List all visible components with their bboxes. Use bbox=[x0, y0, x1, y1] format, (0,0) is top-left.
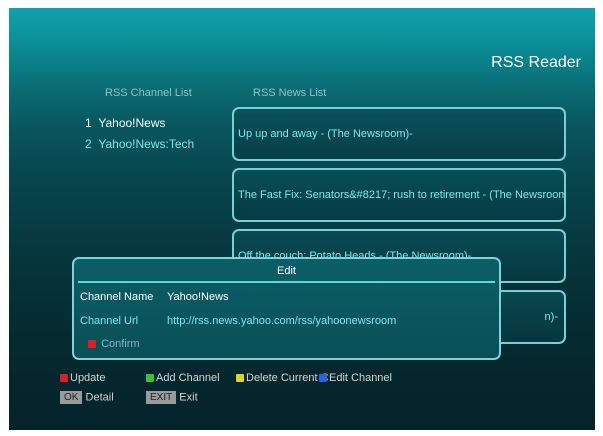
channel-url-input[interactable]: http://rss.news.yahoo.com/rss/yahoonewsr… bbox=[167, 315, 396, 327]
channel-name-label: Channel Name bbox=[80, 291, 154, 303]
red-key-icon bbox=[88, 340, 96, 349]
edit-dialog-title: Edit bbox=[277, 265, 296, 277]
delete-channel-hint[interactable]: Delete Current C bbox=[236, 372, 329, 384]
exit-key: EXIT bbox=[146, 391, 177, 404]
news-item-text: Up up and away - (The Newsroom)- bbox=[238, 128, 413, 140]
channel-number: 2 bbox=[85, 137, 92, 151]
delete-current-label: Delete Current C bbox=[246, 372, 329, 384]
blue-key-icon bbox=[319, 374, 327, 383]
news-item-2[interactable]: The Fast Fix: Senators&#8217; rush to re… bbox=[232, 168, 566, 222]
add-channel-hint[interactable]: Add Channel bbox=[146, 372, 220, 384]
add-channel-label: Add Channel bbox=[156, 372, 220, 384]
edit-dialog-divider bbox=[78, 281, 495, 283]
red-key-icon bbox=[60, 374, 68, 383]
confirm-button[interactable]: Confirm bbox=[88, 338, 140, 350]
edit-dialog: Edit Channel Name Yahoo!News Channel Url… bbox=[72, 257, 501, 360]
green-key-icon bbox=[146, 374, 154, 383]
channel-item-2[interactable]: 2 Yahoo!News:Tech bbox=[85, 137, 194, 151]
channel-name-input[interactable]: Yahoo!News bbox=[167, 291, 229, 303]
channel-item-1[interactable]: 1 Yahoo!News bbox=[85, 116, 166, 130]
news-item-text: The Fast Fix: Senators&#8217; rush to re… bbox=[238, 189, 566, 201]
update-label: Update bbox=[70, 372, 106, 384]
ok-key: OK bbox=[60, 391, 83, 404]
news-list-heading: RSS News List bbox=[253, 87, 327, 99]
news-item-1[interactable]: Up up and away - (The Newsroom)- bbox=[232, 107, 566, 161]
update-hint[interactable]: Update bbox=[60, 372, 105, 384]
channel-name: Yahoo!News bbox=[98, 116, 166, 130]
edit-channel-hint[interactable]: Edit Channel bbox=[319, 372, 392, 384]
channel-url-label: Channel Url bbox=[80, 315, 139, 327]
confirm-label: Confirm bbox=[101, 338, 140, 350]
channel-name: Yahoo!News:Tech bbox=[98, 137, 195, 151]
news-item-text: n)- bbox=[544, 311, 558, 323]
channel-list-heading: RSS Channel List bbox=[105, 87, 192, 99]
detail-label: Detail bbox=[85, 391, 114, 404]
edit-channel-label: Edit Channel bbox=[329, 372, 392, 384]
app-title: RSS Reader bbox=[491, 54, 581, 71]
yellow-key-icon bbox=[236, 374, 244, 383]
detail-hint[interactable]: OK Detail bbox=[60, 391, 114, 404]
rss-reader-screen: RSS Reader RSS Channel List RSS News Lis… bbox=[9, 8, 595, 430]
exit-hint[interactable]: EXIT Exit bbox=[146, 391, 198, 404]
channel-number: 1 bbox=[85, 116, 92, 130]
exit-label: Exit bbox=[179, 391, 198, 404]
